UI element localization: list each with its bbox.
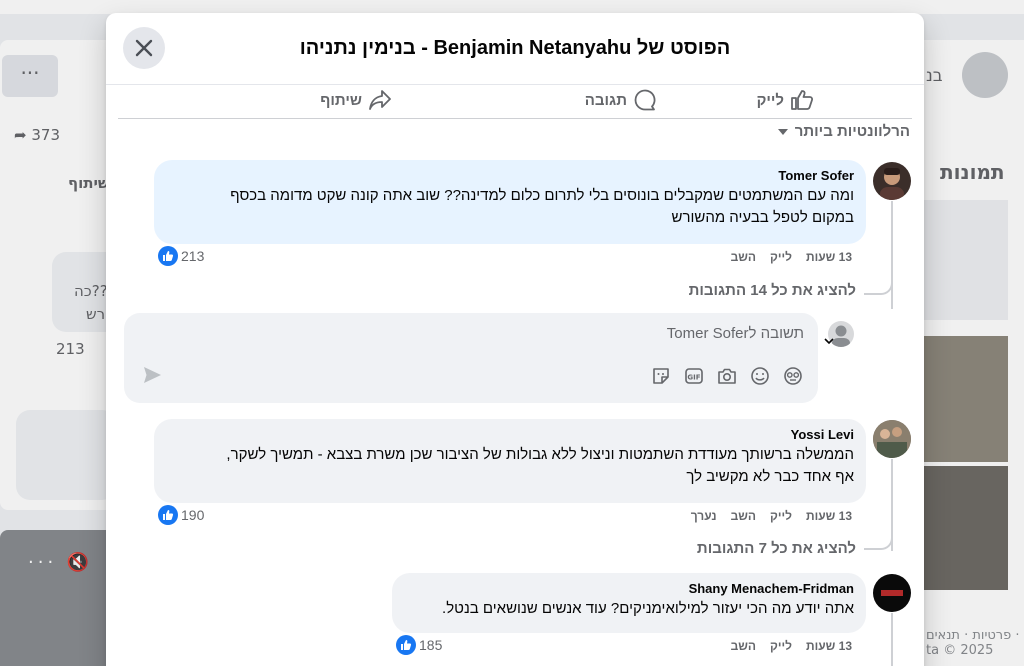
comment-author[interactable]: Yossi Levi	[166, 427, 854, 442]
share-button[interactable]: שיתוף	[320, 85, 392, 115]
comment-bubble: Yossi Levi הממשלה ברשותך מעודדת השתמטות …	[154, 419, 866, 503]
comment-reactions[interactable]: 185	[396, 635, 442, 655]
comment-meta: 13 שעות לייק השב	[731, 250, 852, 264]
comment-author[interactable]: Tomer Sofer	[166, 168, 854, 183]
comment-button[interactable]: תגובה	[585, 85, 657, 115]
reply-toolbar: GIF	[650, 365, 803, 386]
comment-reactions[interactable]: 190	[158, 505, 204, 525]
comment-reply-link[interactable]: השב	[731, 639, 756, 653]
svg-text:GIF: GIF	[687, 373, 700, 381]
camera-icon[interactable]	[716, 365, 737, 386]
send-icon[interactable]	[142, 365, 162, 389]
thumbs-up-icon	[791, 90, 814, 110]
avatar-sticker-icon[interactable]	[782, 365, 803, 386]
share-arrow-icon	[369, 90, 391, 110]
like-reaction-icon	[396, 635, 416, 655]
comment-timestamp[interactable]: 13 שעות	[806, 509, 852, 523]
comment-timestamp[interactable]: 13 שעות	[806, 639, 852, 653]
caret-down-icon	[777, 128, 788, 135]
comment-text: אתה יודע מה הכי יעזור למילואימניקים? עוד…	[442, 600, 854, 617]
modal-title: הפוסט של Benjamin Netanyahu - בנימין נתנ…	[299, 37, 731, 59]
like-reaction-icon	[158, 246, 178, 266]
thread-connector	[864, 536, 893, 550]
comment-text: הממשלה ברשותך מעודדת השתמטות וניצול ללא …	[226, 446, 854, 485]
comment-like-link[interactable]: לייק	[770, 509, 792, 523]
reply-placeholder: תשובה לTomer Sofer	[666, 325, 804, 342]
comment-like-link[interactable]: לייק	[770, 639, 792, 653]
comment-meta: 13 שעות לייק השב	[731, 639, 852, 653]
thread-connector	[891, 201, 893, 309]
comment-reply-link[interactable]: השב	[731, 250, 756, 264]
thread-connector	[891, 613, 893, 666]
comment-author[interactable]: Shany Menachem-Fridman	[404, 581, 854, 596]
comment-meta: 13 שעות לייק השב נערך	[691, 509, 852, 523]
comment-reactions[interactable]: 213	[158, 246, 204, 266]
view-all-replies-link[interactable]: להציג את כל 7 התגובות	[697, 540, 856, 557]
comment-text: ומה עם המשתמטים שמקבלים בונוסים בלי לתרו…	[230, 187, 854, 226]
edited-label[interactable]: נערך	[691, 509, 717, 523]
chevron-down-icon[interactable]	[824, 337, 834, 345]
comment-timestamp[interactable]: 13 שעות	[806, 250, 852, 264]
like-reaction-icon	[158, 505, 178, 525]
comment-bubble: Shany Menachem-Fridman אתה יודע מה הכי י…	[392, 573, 866, 633]
post-modal: הפוסט של Benjamin Netanyahu - בנימין נתנ…	[106, 13, 924, 666]
view-all-replies-link[interactable]: להציג את כל 14 התגובות	[689, 282, 856, 299]
post-action-bar: לייק תגובה שיתוף	[118, 85, 912, 119]
sticker-icon[interactable]	[650, 365, 671, 386]
commenter-avatar[interactable]	[873, 420, 911, 458]
commenter-avatar[interactable]	[873, 574, 911, 612]
close-button[interactable]	[123, 27, 165, 69]
comment-sort-dropdown[interactable]: הרלוונטיות ביותר	[777, 123, 910, 140]
comment-reply-link[interactable]: השב	[731, 509, 756, 523]
thread-connector	[864, 281, 893, 295]
modal-header: הפוסט של Benjamin Netanyahu - בנימין נתנ…	[106, 13, 924, 85]
like-button[interactable]: לייק	[757, 85, 814, 115]
comment-like-link[interactable]: לייק	[770, 250, 792, 264]
comment-bubble-icon	[634, 89, 656, 111]
comment-bubble: Tomer Sofer ומה עם המשתמטים שמקבלים בונו…	[154, 160, 866, 244]
close-icon	[135, 39, 153, 57]
commenter-avatar[interactable]	[873, 162, 911, 200]
reply-input[interactable]: תשובה לTomer Sofer GIF	[124, 313, 818, 403]
gif-icon[interactable]: GIF	[683, 365, 704, 386]
emoji-icon[interactable]	[749, 365, 770, 386]
